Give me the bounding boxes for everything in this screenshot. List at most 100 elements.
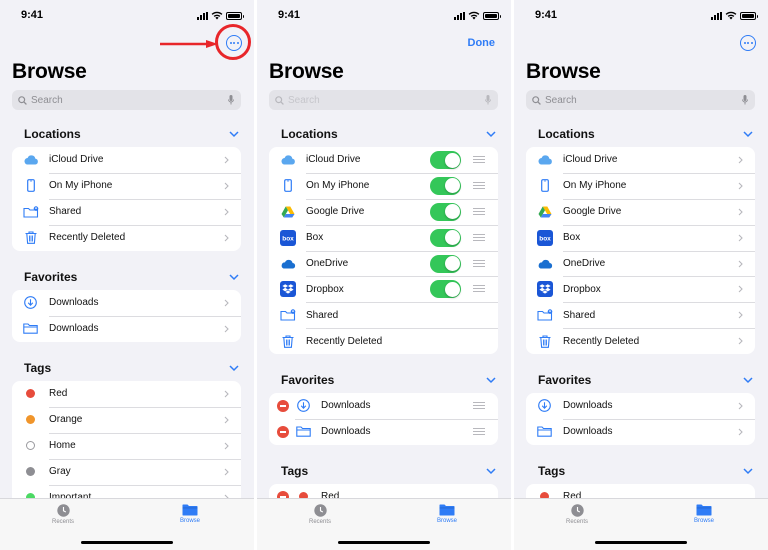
location-row-onedrive[interactable]: OneDrive bbox=[269, 250, 498, 277]
favorite-row-downloads-folder[interactable]: Downloads bbox=[526, 418, 755, 445]
home-indicator[interactable] bbox=[595, 541, 687, 544]
location-row-recently-deleted[interactable]: Recently Deleted bbox=[526, 328, 755, 354]
location-toggle[interactable] bbox=[430, 176, 461, 195]
microphone-icon[interactable] bbox=[485, 95, 491, 105]
location-row-google-drive[interactable]: Google Drive bbox=[269, 198, 498, 225]
iphone-icon bbox=[283, 179, 292, 193]
reorder-handle-icon[interactable] bbox=[473, 207, 485, 215]
chevron-down-icon[interactable] bbox=[742, 130, 754, 138]
location-row-recently-deleted[interactable]: Recently Deleted bbox=[269, 328, 498, 354]
remove-favorite-button[interactable] bbox=[277, 425, 289, 438]
folder-filled-icon bbox=[439, 504, 455, 516]
box-icon: box bbox=[279, 229, 296, 246]
location-row-iphone[interactable]: On My iPhone bbox=[269, 172, 498, 199]
favorite-row-downloads-folder[interactable]: Downloads bbox=[12, 315, 241, 342]
tab-bar: Recents Browse bbox=[514, 498, 768, 550]
location-row-onedrive[interactable]: OneDrive bbox=[526, 250, 755, 277]
location-row-shared[interactable]: Shared bbox=[12, 198, 241, 225]
reorder-handle-icon[interactable] bbox=[473, 427, 485, 435]
chevron-right-icon bbox=[224, 208, 229, 216]
location-row-box[interactable]: box Box bbox=[526, 224, 755, 251]
chevron-right-icon bbox=[224, 299, 229, 307]
chevron-down-icon[interactable] bbox=[742, 376, 754, 384]
folder-icon bbox=[295, 426, 311, 438]
box-badge-text: box bbox=[282, 235, 294, 242]
location-row-dropbox[interactable]: Dropbox bbox=[526, 276, 755, 302]
search-icon bbox=[275, 95, 284, 105]
favorite-row-downloads[interactable]: Downloads bbox=[269, 393, 498, 419]
remove-favorite-button[interactable] bbox=[277, 399, 289, 412]
location-row-icloud[interactable]: iCloud Drive bbox=[12, 147, 241, 173]
red-arrow-annotation bbox=[160, 40, 218, 48]
search-placeholder: Search bbox=[288, 94, 320, 106]
microphone-icon[interactable] bbox=[742, 95, 748, 105]
status-bar: 9:41 bbox=[514, 9, 768, 23]
location-toggle[interactable] bbox=[430, 151, 461, 169]
locations-list: iCloud Drive On My iPhone Shared Recentl… bbox=[12, 147, 241, 251]
search-input[interactable]: Search bbox=[526, 90, 755, 110]
location-row-icloud[interactable]: iCloud Drive bbox=[269, 147, 498, 173]
onedrive-icon bbox=[281, 259, 295, 268]
chevron-right-icon bbox=[738, 402, 743, 410]
more-options-button[interactable] bbox=[740, 35, 756, 51]
clock-icon bbox=[570, 504, 584, 517]
location-row-recently-deleted[interactable]: Recently Deleted bbox=[12, 224, 241, 251]
tab-recents[interactable]: Recents bbox=[290, 504, 350, 525]
location-toggle[interactable] bbox=[430, 202, 461, 221]
search-placeholder: Search bbox=[545, 94, 577, 106]
location-row-iphone[interactable]: On My iPhone bbox=[526, 172, 755, 199]
section-header-favorites: Favorites bbox=[538, 373, 592, 387]
location-toggle[interactable] bbox=[430, 228, 461, 247]
tab-browse[interactable]: Browse bbox=[417, 504, 477, 524]
location-row-google-drive[interactable]: Google Drive bbox=[526, 198, 755, 225]
done-button[interactable]: Done bbox=[468, 37, 496, 49]
icloud-icon bbox=[280, 155, 295, 165]
reorder-handle-icon[interactable] bbox=[473, 285, 485, 293]
location-row-shared[interactable]: Shared bbox=[269, 302, 498, 328]
chevron-down-icon[interactable] bbox=[485, 130, 497, 138]
chevron-down-icon[interactable] bbox=[485, 376, 497, 384]
location-toggle[interactable] bbox=[430, 254, 461, 273]
home-indicator[interactable] bbox=[81, 541, 173, 544]
locations-list: iCloud Drive On My iPhone Google Drive b… bbox=[526, 147, 755, 355]
search-input[interactable]: Search bbox=[12, 90, 241, 110]
search-input[interactable]: Search bbox=[269, 90, 498, 110]
chevron-down-icon[interactable] bbox=[742, 467, 754, 475]
shared-folder-icon bbox=[22, 206, 38, 218]
reorder-handle-icon[interactable] bbox=[473, 233, 485, 241]
tab-recents[interactable]: Recents bbox=[33, 504, 93, 525]
tab-recents[interactable]: Recents bbox=[547, 504, 607, 525]
home-indicator[interactable] bbox=[338, 541, 430, 544]
location-row-shared[interactable]: Shared bbox=[526, 302, 755, 328]
chevron-down-icon[interactable] bbox=[228, 273, 240, 281]
reorder-handle-icon[interactable] bbox=[473, 181, 485, 189]
tag-color-dot bbox=[26, 467, 35, 477]
chevron-right-icon bbox=[224, 234, 229, 242]
location-toggle[interactable] bbox=[430, 280, 461, 299]
tag-row-red[interactable]: Red bbox=[12, 381, 241, 407]
tag-row-gray[interactable]: Gray bbox=[12, 458, 241, 485]
favorite-row-downloads-folder[interactable]: Downloads bbox=[269, 418, 498, 445]
location-row-icloud[interactable]: iCloud Drive bbox=[526, 147, 755, 173]
red-circle-annotation bbox=[215, 24, 251, 60]
chevron-down-icon[interactable] bbox=[228, 364, 240, 372]
tag-row-orange[interactable]: Orange bbox=[12, 406, 241, 433]
reorder-handle-icon[interactable] bbox=[473, 156, 485, 163]
location-row-iphone[interactable]: On My iPhone bbox=[12, 172, 241, 199]
reorder-handle-icon[interactable] bbox=[473, 259, 485, 267]
chevron-down-icon[interactable] bbox=[228, 130, 240, 138]
chevron-right-icon bbox=[738, 286, 743, 293]
tab-browse[interactable]: Browse bbox=[674, 504, 734, 524]
favorite-row-downloads[interactable]: Downloads bbox=[12, 290, 241, 316]
location-row-dropbox[interactable]: Dropbox bbox=[269, 276, 498, 302]
favorite-row-downloads[interactable]: Downloads bbox=[526, 393, 755, 419]
wifi-icon bbox=[725, 11, 737, 20]
reorder-handle-icon[interactable] bbox=[473, 402, 485, 409]
tag-row-home[interactable]: Home bbox=[12, 432, 241, 459]
tab-browse[interactable]: Browse bbox=[160, 504, 220, 524]
location-row-box[interactable]: box Box bbox=[269, 224, 498, 251]
section-header-tags: Tags bbox=[538, 464, 566, 478]
chevron-down-icon[interactable] bbox=[485, 467, 497, 475]
microphone-icon[interactable] bbox=[228, 95, 234, 105]
battery-icon bbox=[483, 11, 501, 20]
